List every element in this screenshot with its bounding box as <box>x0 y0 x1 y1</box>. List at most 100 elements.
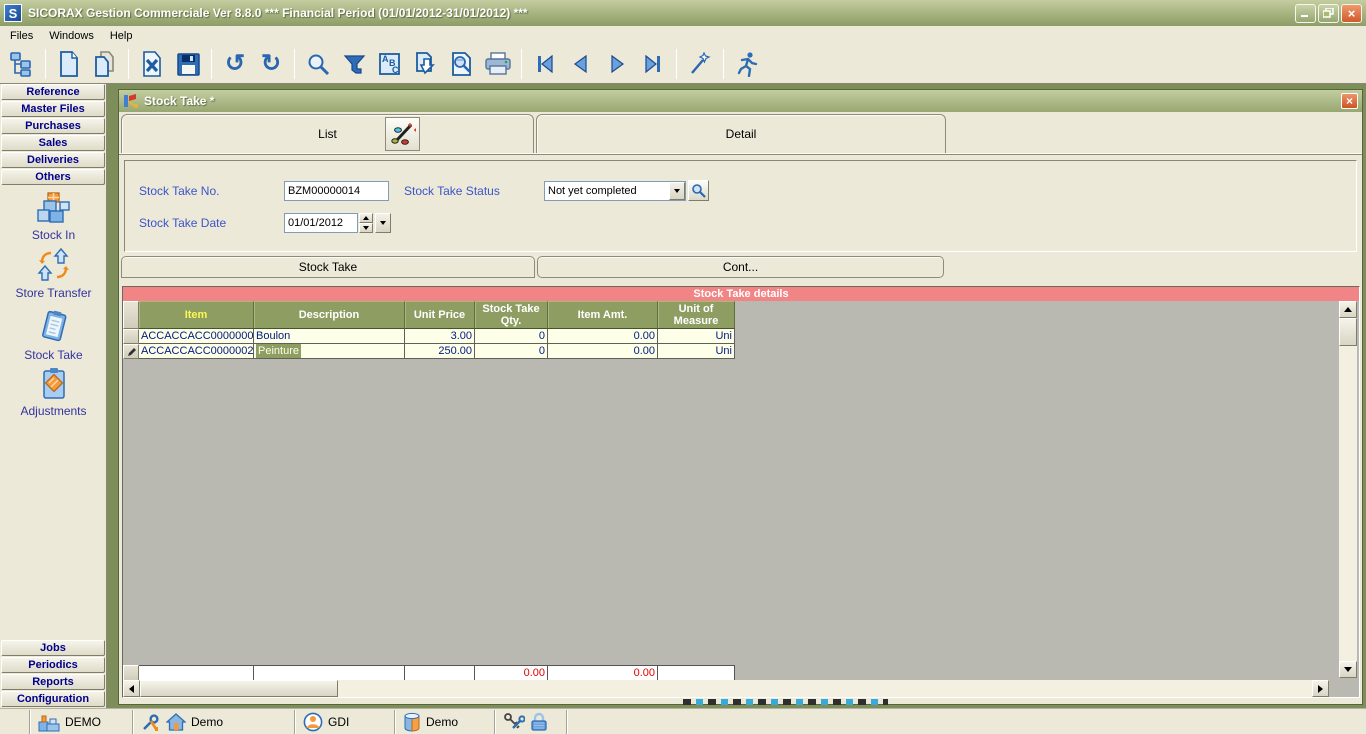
run-icon <box>735 51 759 77</box>
sidebar-button-sales[interactable]: Sales <box>1 135 105 151</box>
cell-amount[interactable]: 0.00 <box>548 344 658 359</box>
close-button[interactable]: × <box>1341 4 1362 23</box>
refresh-button[interactable]: ↻ <box>253 47 289 81</box>
search-button[interactable] <box>300 47 336 81</box>
cell-uom[interactable]: Uni <box>658 344 735 359</box>
cell-unit-price[interactable]: 250.00 <box>405 344 475 359</box>
sidebar-button-deliveries[interactable]: Deliveries <box>1 152 105 168</box>
stock-take-status-combo[interactable]: Not yet completed <box>544 181 686 201</box>
sidebar-button-periodics[interactable]: Periodics <box>1 657 105 673</box>
cell-unit-price[interactable]: 3.00 <box>405 329 475 344</box>
new-button[interactable] <box>51 47 87 81</box>
sidebar-button-configuration[interactable]: Configuration <box>1 691 105 707</box>
column-header-unit-of-measure: Unit of Measure <box>658 301 735 329</box>
minimize-button[interactable] <box>1295 4 1316 23</box>
vertical-scrollbar[interactable] <box>1339 301 1357 678</box>
undo-icon: ↺ <box>225 52 245 76</box>
cell-description-selected[interactable]: Peinture <box>254 344 405 359</box>
sidebar-item-label: Stock In <box>32 228 75 242</box>
spin-down-button[interactable] <box>359 223 373 233</box>
user-icon <box>303 712 323 732</box>
sidebar-item-adjustments[interactable]: Adjustments <box>0 366 107 418</box>
row-selector-editing[interactable] <box>123 344 139 359</box>
scroll-down-button[interactable] <box>1339 661 1357 678</box>
cell-item[interactable]: ACCACCACC0000002 <box>139 344 254 359</box>
status-lookup-button[interactable] <box>688 180 709 201</box>
print-button[interactable] <box>480 47 516 81</box>
menu-windows[interactable]: Windows <box>41 28 102 44</box>
sidebar-button-purchases[interactable]: Purchases <box>1 118 105 134</box>
cell-qty[interactable]: 0 <box>475 329 548 344</box>
cell-amount[interactable]: 0.00 <box>548 329 658 344</box>
save-button[interactable] <box>170 47 206 81</box>
horizontal-scroll-thumb[interactable] <box>140 680 338 697</box>
date-spinner[interactable] <box>359 213 373 233</box>
run-button[interactable] <box>729 47 765 81</box>
search-icon <box>306 52 331 77</box>
cell-qty[interactable]: 0 <box>475 344 548 359</box>
nav-previous-button[interactable] <box>563 47 599 81</box>
copy-button[interactable] <box>87 47 123 81</box>
menu-help[interactable]: Help <box>102 28 141 44</box>
stock-take-no-input[interactable] <box>284 181 389 201</box>
sidebar-button-others[interactable]: Others <box>1 169 105 185</box>
toolbar-separator <box>521 49 522 79</box>
nav-last-button[interactable] <box>635 47 671 81</box>
stock-take-date-input[interactable] <box>284 213 358 233</box>
sidebar-button-jobs[interactable]: Jobs <box>1 640 105 656</box>
horizontal-scrollbar[interactable] <box>123 680 1329 697</box>
new-document-icon <box>57 51 81 77</box>
grid-header-row: Item Description Unit Price Stock Take Q… <box>123 301 735 329</box>
scroll-left-button[interactable] <box>123 680 140 697</box>
cell-uom[interactable]: Uni <box>658 329 735 344</box>
subtab-cont-label: Cont... <box>723 260 758 274</box>
sidebar-item-stock-take[interactable]: Stock Take <box>0 308 107 362</box>
export-button[interactable] <box>408 47 444 81</box>
scroll-right-button[interactable] <box>1312 680 1329 697</box>
wizard-button[interactable] <box>682 47 718 81</box>
nav-previous-icon <box>570 53 592 75</box>
statusbar: DEMO Demo GDI Demo <box>0 708 1366 734</box>
column-header-description: Description <box>254 301 405 329</box>
menu-files[interactable]: Files <box>2 28 41 44</box>
undo-button[interactable]: ↺ <box>217 47 253 81</box>
totals-item <box>139 665 254 681</box>
sidebar-item-store-transfer[interactable]: Store Transfer <box>0 246 107 300</box>
document-close-button[interactable]: × <box>1341 93 1358 109</box>
cell-description[interactable]: Boulon <box>254 329 405 344</box>
subtab-stock-take[interactable]: Stock Take <box>121 256 535 278</box>
date-dropdown-button[interactable] <box>375 213 391 233</box>
spin-up-button[interactable] <box>359 213 373 223</box>
nav-first-button[interactable] <box>527 47 563 81</box>
spellcheck-button[interactable]: ABC <box>372 47 408 81</box>
user-name: GDI <box>328 715 349 729</box>
row-selector[interactable] <box>123 329 139 344</box>
delete-button[interactable] <box>134 47 170 81</box>
scroll-up-button[interactable] <box>1339 301 1357 318</box>
column-header-unit-price: Unit Price <box>405 301 475 329</box>
filter-button[interactable] <box>336 47 372 81</box>
print-preview-button[interactable] <box>444 47 480 81</box>
statusbar-empty <box>567 710 1366 734</box>
nav-first-icon <box>534 53 556 75</box>
restore-button[interactable] <box>1318 4 1339 23</box>
status-dropdown-button[interactable] <box>669 182 685 200</box>
sidebar-button-reference[interactable]: Reference <box>1 84 105 100</box>
cell-item[interactable]: ACCACCACC0000000 <box>139 329 254 344</box>
sidebar-button-master-files[interactable]: Master Files <box>1 101 105 117</box>
chevron-down-icon <box>674 189 680 193</box>
tree-button[interactable] <box>4 47 40 81</box>
subtab-cont[interactable]: Cont... <box>537 256 944 278</box>
nav-next-button[interactable] <box>599 47 635 81</box>
tab-list[interactable]: List <box>121 114 534 153</box>
sidebar-button-reports[interactable]: Reports <box>1 674 105 690</box>
toolbar-separator <box>723 49 724 79</box>
list-wizard-button[interactable] <box>385 117 420 151</box>
lookup-magnifier-icon <box>691 183 706 198</box>
sidebar-item-stock-in[interactable]: Stock In <box>0 190 107 242</box>
key-wrench-icon <box>503 712 525 732</box>
vertical-scroll-thumb[interactable] <box>1339 318 1357 346</box>
tab-detail[interactable]: Detail <box>536 114 946 153</box>
toolbar-separator <box>294 49 295 79</box>
subtab-stock-take-label: Stock Take <box>299 260 357 274</box>
